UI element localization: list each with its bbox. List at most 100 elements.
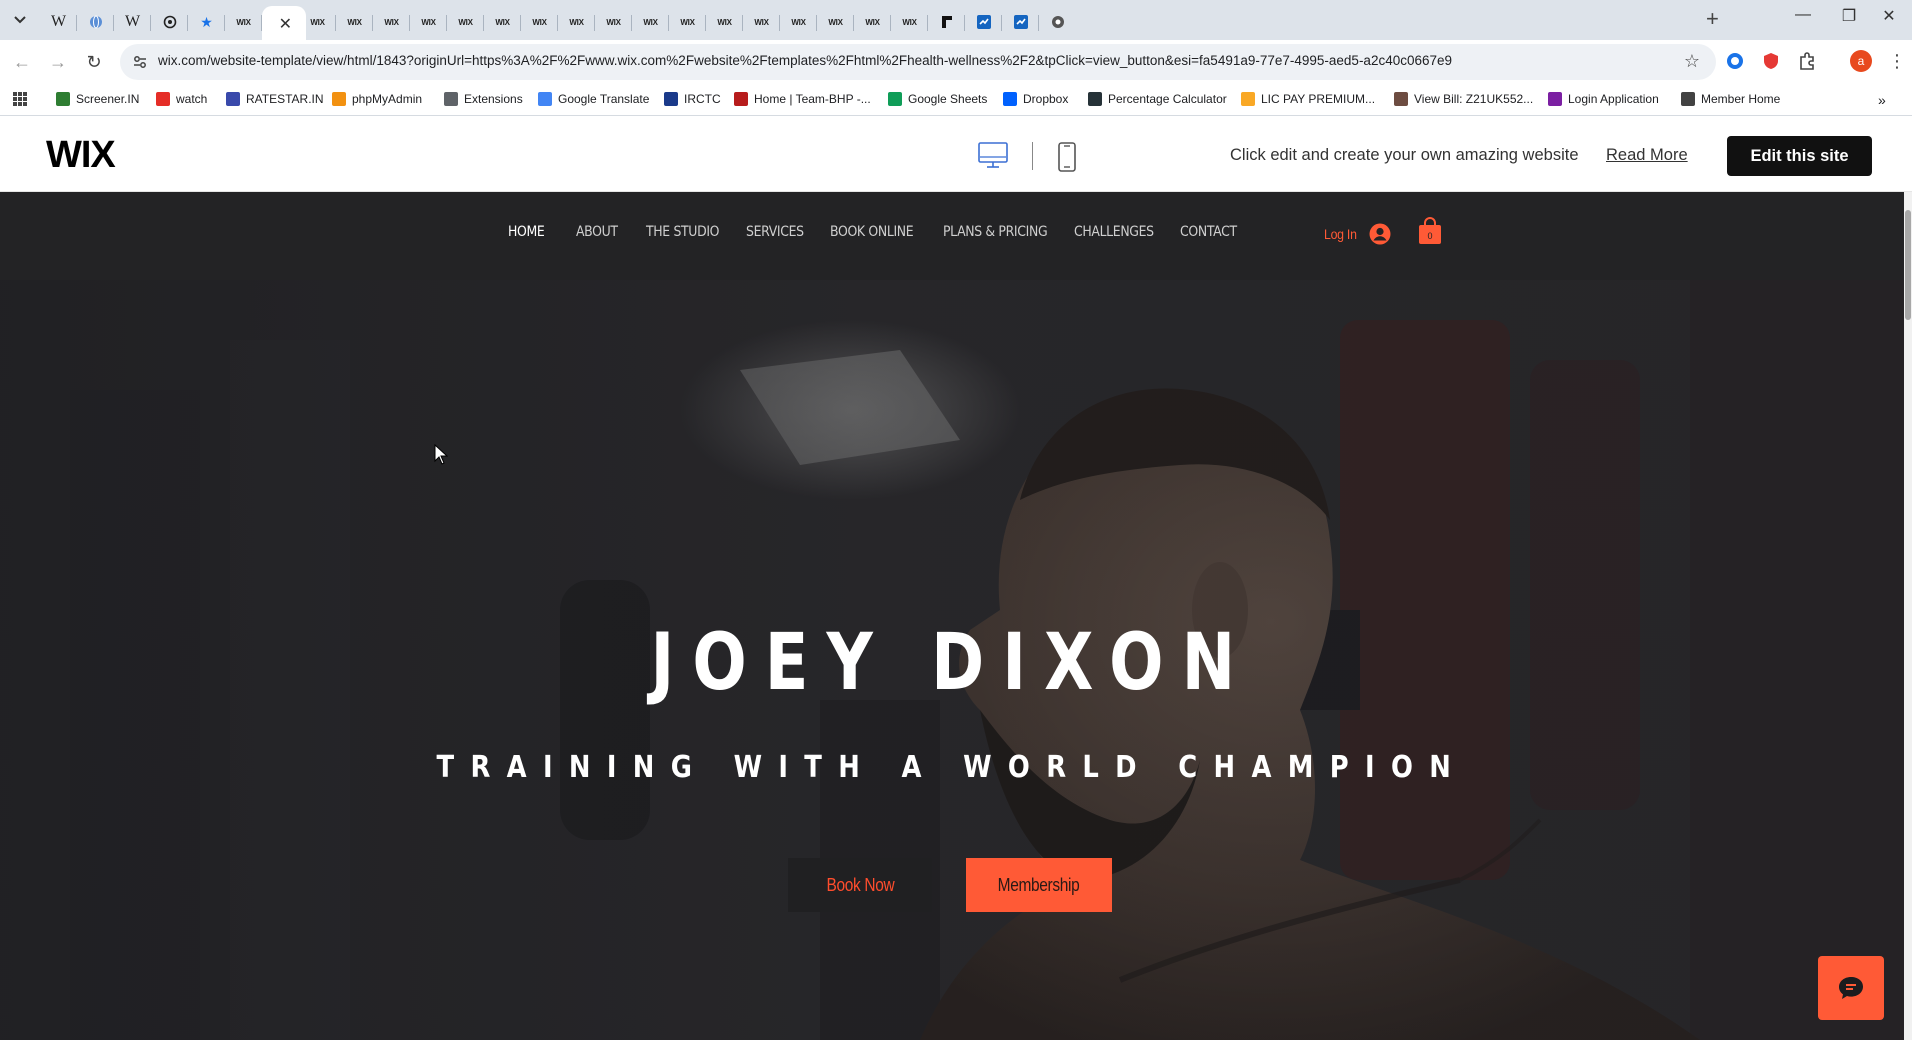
desktop-view-icon[interactable] [978, 142, 1008, 175]
tab-openai[interactable] [151, 6, 188, 38]
address-bar[interactable]: wix.com/website-template/view/html/1843?… [120, 44, 1716, 80]
tab-wix[interactable]: WIX [706, 6, 743, 38]
tab-search-chevron-down-icon[interactable] [8, 9, 32, 31]
bookmark-item[interactable]: Member Home [1681, 92, 1780, 106]
scrollbar-thumb[interactable] [1905, 210, 1911, 320]
bookmark-item[interactable]: View Bill: Z21UK552... [1394, 92, 1533, 106]
tab-wix[interactable]: WIX [373, 6, 410, 38]
tab-flag[interactable] [928, 6, 965, 38]
chat-bubble-icon[interactable] [1818, 956, 1884, 1020]
apps-grid-icon[interactable] [12, 91, 28, 107]
bookmark-star-icon[interactable]: ☆ [1684, 51, 1700, 72]
tab-wix[interactable]: WIX [447, 6, 484, 38]
bookmark-item[interactable]: Dropbox [1003, 92, 1068, 106]
bookmark-item[interactable]: watch [156, 92, 207, 106]
bookmark-item[interactable]: Login Application [1548, 92, 1659, 106]
tab-wix[interactable]: WIX [854, 6, 891, 38]
more-bookmarks-chevron-icon[interactable]: » [1878, 92, 1886, 108]
login-link[interactable]: Log In [1324, 226, 1357, 242]
profile-avatar[interactable]: a [1850, 50, 1872, 72]
tab-wix[interactable]: WIX [780, 6, 817, 38]
bookmark-item[interactable]: Google Sheets [888, 92, 987, 106]
forward-arrow-icon[interactable]: → [46, 50, 70, 74]
menu-kebab-icon[interactable]: ⋮ [1886, 50, 1908, 72]
bookmark-label: Screener.IN [76, 92, 140, 106]
nav-item-the-studio[interactable]: THE STUDIO [646, 224, 719, 240]
tab-wikipedia-2[interactable]: W [114, 6, 151, 38]
cart-count: 0 [1427, 231, 1432, 241]
url-text[interactable]: wix.com/website-template/view/html/1843?… [158, 53, 1452, 68]
tab-blue-app[interactable] [965, 6, 1002, 38]
wix-icon: WIX [347, 17, 362, 27]
tab-wix[interactable]: WIX [484, 6, 521, 38]
tab-globe[interactable] [77, 6, 114, 38]
tab-close-icon[interactable]: ✕ [279, 14, 292, 34]
page-scrollbar[interactable] [1904, 192, 1912, 1040]
bookmark-favicon-icon [444, 92, 458, 106]
extension-globe-icon[interactable] [1724, 50, 1746, 72]
tab-wix[interactable]: WIX [632, 6, 669, 38]
bookmark-item[interactable]: phpMyAdmin [332, 92, 422, 106]
tab-wikipedia[interactable]: W [40, 6, 77, 38]
bookmark-item[interactable]: Percentage Calculator [1088, 92, 1227, 106]
minimize-icon[interactable]: — [1780, 6, 1826, 24]
site-info-icon[interactable] [132, 54, 148, 70]
wix-logo[interactable]: WIX [46, 134, 116, 177]
profile-initial: a [1850, 50, 1872, 72]
user-avatar-icon[interactable] [1369, 223, 1391, 250]
nav-item-challenges[interactable]: CHALLENGES [1074, 224, 1154, 240]
bookmark-item[interactable]: RATESTAR.IN [226, 92, 324, 106]
tab-wix[interactable]: WIX [817, 6, 854, 38]
bookmark-item[interactable]: Home | Team-BHP -... [734, 92, 871, 106]
back-arrow-icon[interactable]: ← [10, 50, 34, 74]
tab-wix[interactable]: WIX [595, 6, 632, 38]
wikipedia-icon: W [124, 13, 141, 30]
wix-icon: WIX [717, 17, 732, 27]
book-now-button[interactable]: Book Now [788, 858, 932, 912]
nav-item-contact[interactable]: CONTACT [1180, 224, 1237, 240]
wix-icon: WIX [569, 17, 584, 27]
bookmark-item[interactable]: Extensions [444, 92, 523, 106]
tab-wix[interactable]: WIX [336, 6, 373, 38]
tab-wix[interactable]: WIX [743, 6, 780, 38]
chrome-icon [1049, 14, 1067, 30]
tab-star[interactable]: ★ [188, 6, 225, 38]
tab-wix[interactable]: WIX [891, 6, 928, 38]
nav-item-about[interactable]: ABOUT [576, 224, 618, 240]
wix-icon: WIX [236, 17, 251, 27]
wikipedia-icon: W [50, 13, 67, 30]
reload-icon[interactable]: ↻ [82, 50, 106, 74]
bookmark-item[interactable]: LIC PAY PREMIUM... [1241, 92, 1375, 106]
bookmark-item[interactable]: Screener.IN [56, 92, 139, 106]
bookmark-label: Member Home [1701, 92, 1781, 106]
tab-wix[interactable]: WIX [410, 6, 447, 38]
tab-blue-app-2[interactable] [1002, 6, 1039, 38]
extensions-puzzle-icon[interactable] [1796, 50, 1818, 72]
tab-wix[interactable]: WIX [225, 6, 262, 38]
wix-icon: WIX [532, 17, 547, 27]
shopping-bag-icon[interactable]: 0 [1418, 217, 1442, 250]
new-tab-plus-icon[interactable]: + [1706, 6, 1719, 32]
nav-item-book-online[interactable]: BOOK ONLINE [830, 224, 914, 240]
membership-button[interactable]: Membership [966, 858, 1112, 912]
close-window-icon[interactable]: ✕ [1866, 6, 1912, 26]
nav-item-home[interactable]: HOME [508, 224, 545, 240]
tab-wix[interactable]: WIX [558, 6, 595, 38]
edit-this-site-button[interactable]: Edit this site [1727, 136, 1872, 176]
mobile-view-icon[interactable] [1058, 142, 1076, 177]
bookmark-item[interactable]: Google Translate [538, 92, 649, 106]
tab-wix[interactable]: WIX [521, 6, 558, 38]
hero-subtitle: TRAINING WITH A WORLD CHAMPION [436, 750, 1468, 785]
tab-chrome[interactable] [1039, 6, 1076, 38]
read-more-link[interactable]: Read More [1606, 146, 1688, 165]
extension-shield-icon[interactable] [1760, 50, 1782, 72]
tab-wix[interactable]: WIX [669, 6, 706, 38]
bookmarks-bar: Screener.IN watch RATESTAR.IN phpMyAdmin Ext… [0, 84, 1912, 116]
nav-item-services[interactable]: SERVICES [746, 224, 804, 240]
bookmark-favicon-icon [1003, 92, 1017, 106]
book-now-label: Book Now [826, 874, 894, 895]
bookmark-item[interactable]: IRCTC [664, 92, 721, 106]
nav-item-plans-pricing[interactable]: PLANS & PRICING [943, 224, 1048, 240]
tab-wix[interactable]: WIX [299, 6, 336, 38]
bookmark-label: Login Application [1568, 92, 1659, 106]
